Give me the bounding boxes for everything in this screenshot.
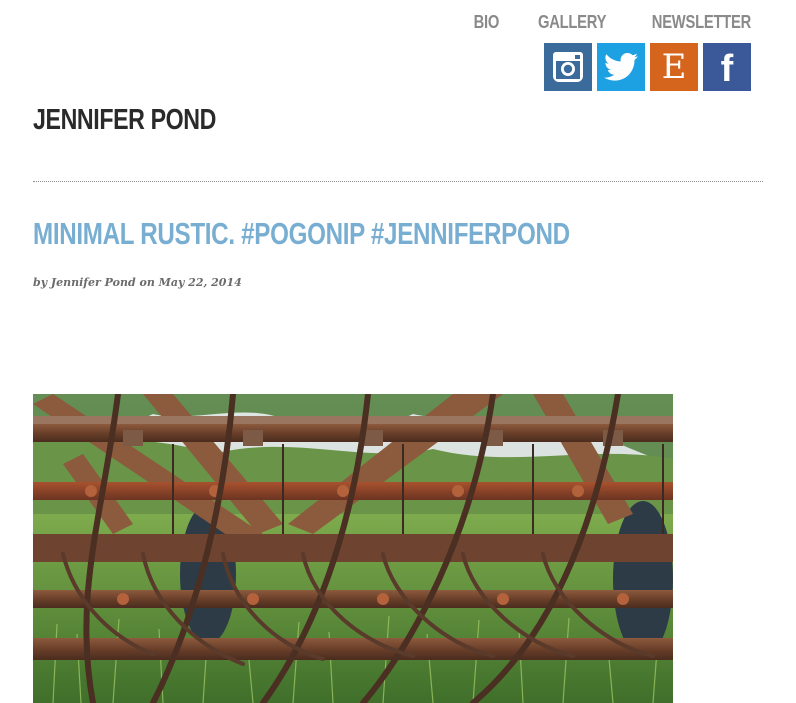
post-title[interactable]: MINIMAL RUSTIC. #POGONIP #JENNIFERPOND (33, 216, 570, 252)
twitter-button[interactable] (597, 43, 645, 91)
rusty-harrow-image (33, 394, 673, 703)
facebook-icon: f (720, 48, 734, 90)
site-title[interactable]: JENNIFER POND (33, 104, 216, 137)
post-image[interactable] (33, 394, 673, 703)
nav-bio-link[interactable]: Bio (473, 12, 499, 33)
header-divider (33, 181, 763, 182)
twitter-icon (604, 52, 638, 81)
post-byline: by Jennifer Pond on May 22, 2014 (33, 276, 242, 289)
instagram-button[interactable] (544, 43, 592, 91)
nav-newsletter-link[interactable]: Newsletter (652, 12, 751, 33)
nav-gallery-link[interactable]: Gallery (538, 12, 606, 33)
main-nav: Bio Gallery Newsletter (468, 12, 751, 33)
etsy-icon: E (661, 47, 687, 87)
etsy-button[interactable]: E (650, 43, 698, 91)
social-icons: E f (544, 43, 751, 91)
facebook-button[interactable]: f (703, 43, 751, 91)
instagram-icon (553, 52, 583, 82)
